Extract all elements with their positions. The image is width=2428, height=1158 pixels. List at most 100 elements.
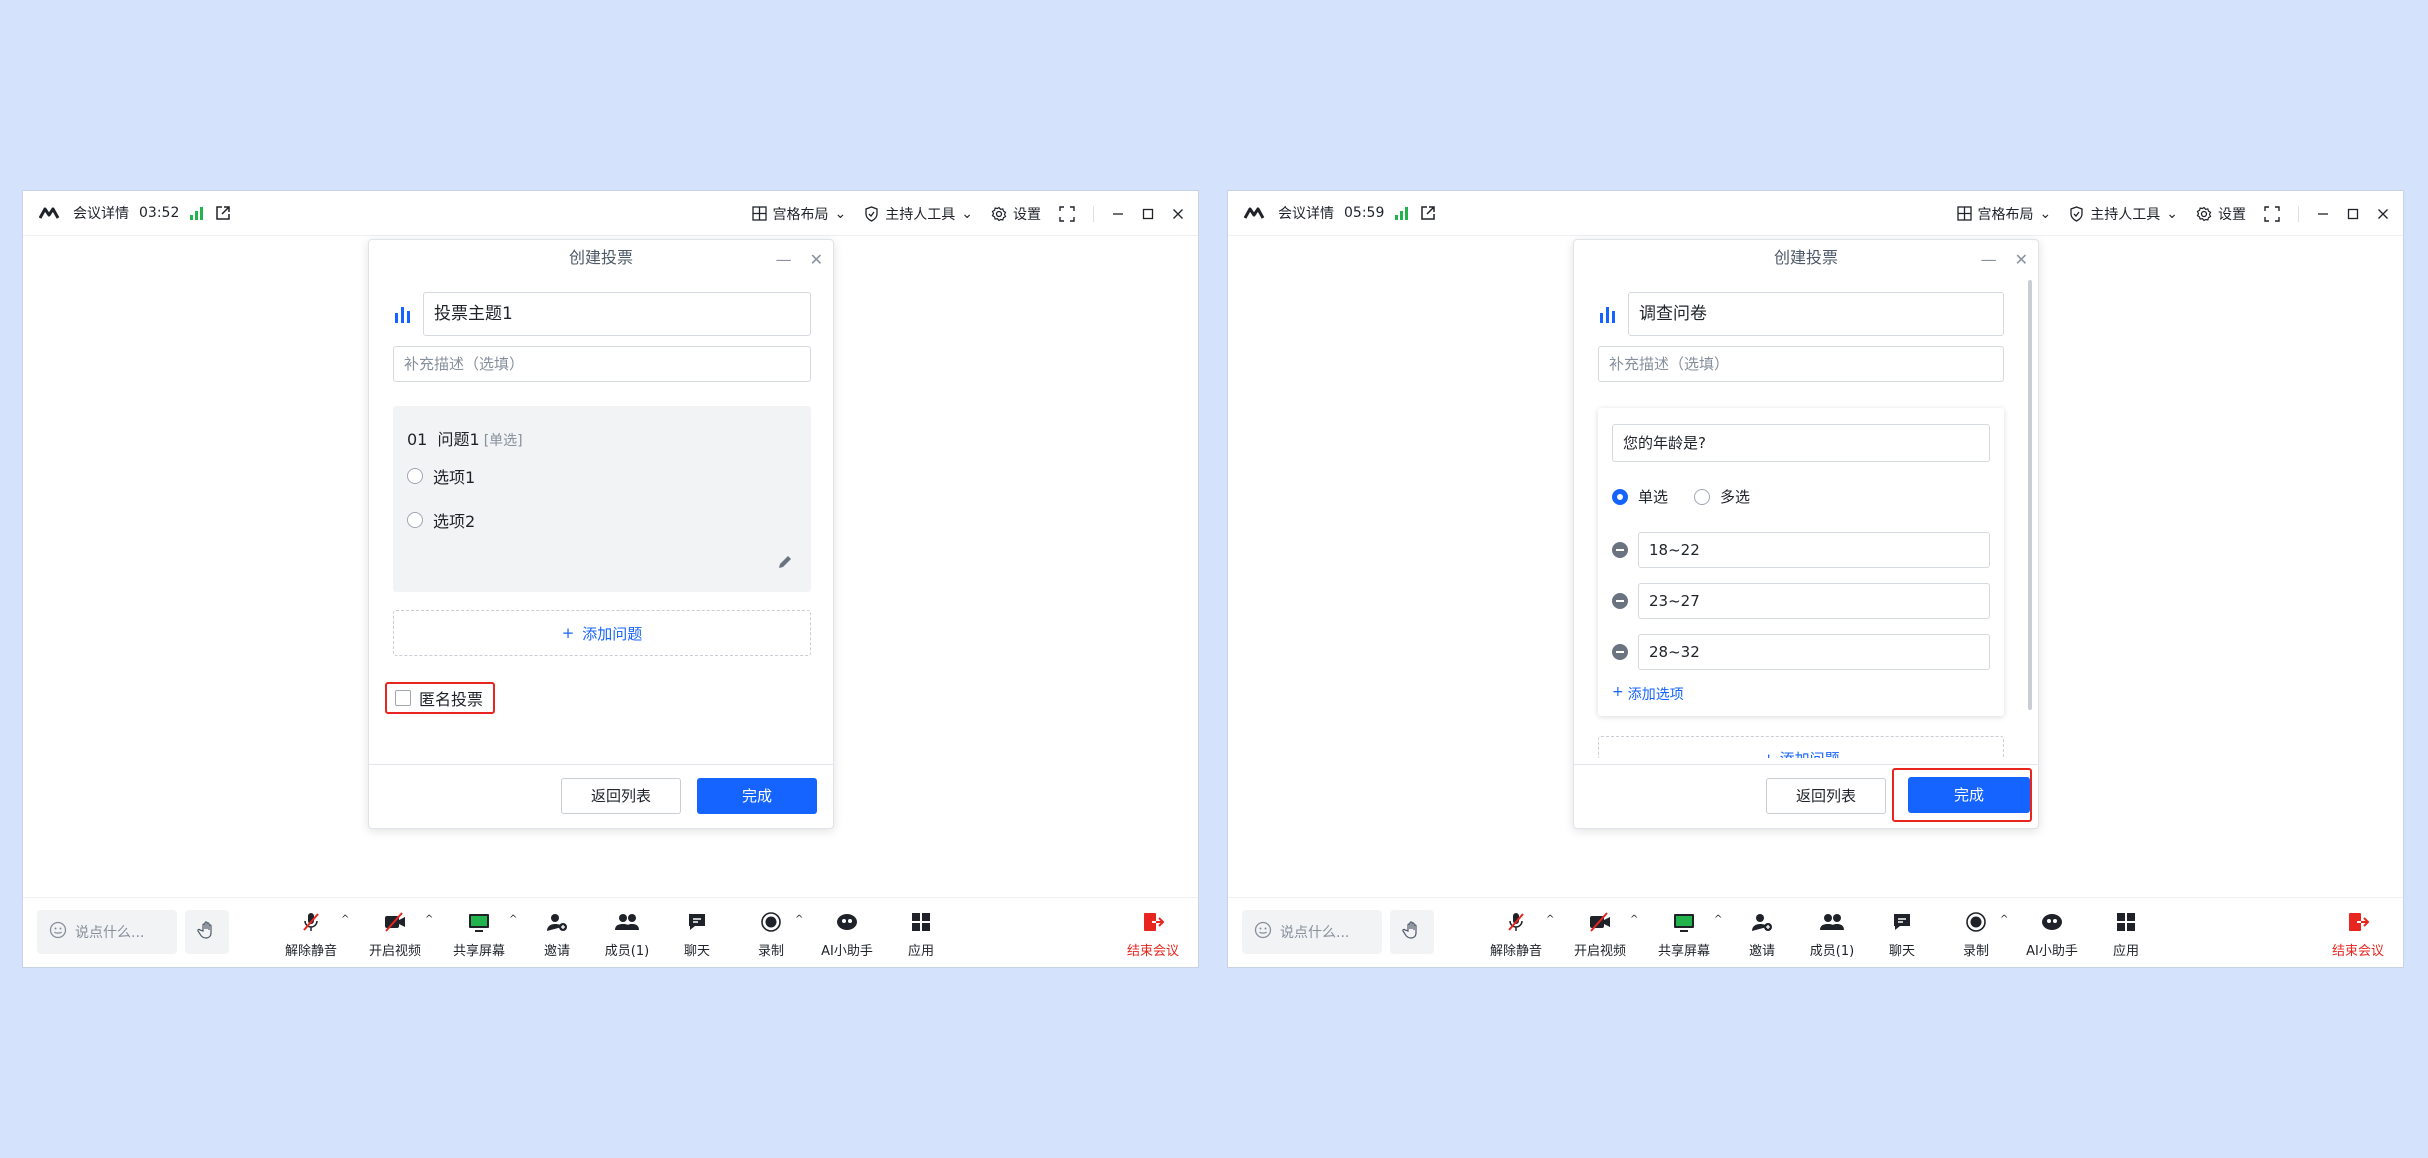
share-screen-button[interactable]: 共享屏幕: [1644, 912, 1724, 959]
radio-button: [407, 512, 423, 528]
poll-topic-input[interactable]: 投票主题1: [423, 292, 811, 336]
chat-button[interactable]: 聊天: [1862, 912, 1942, 959]
minimize-icon[interactable]: —: [1981, 250, 1997, 269]
remove-option-icon[interactable]: [1612, 542, 1628, 558]
multiple-choice-option[interactable]: 多选: [1694, 486, 1750, 507]
members-button[interactable]: 成员(1): [587, 912, 667, 959]
remove-option-icon[interactable]: [1612, 593, 1628, 609]
mic-off-icon: [1505, 911, 1527, 937]
close-icon[interactable]: ✕: [810, 250, 823, 269]
signal-icon[interactable]: [189, 206, 205, 220]
maximize-icon[interactable]: [2347, 208, 2359, 220]
apps-button[interactable]: 应用: [881, 912, 961, 959]
layout-menu[interactable]: 宫格布局 ⌄: [751, 204, 846, 224]
meeting-info-link[interactable]: 会议详情: [1278, 203, 1334, 223]
ai-assistant-button[interactable]: AI小助手: [807, 912, 887, 959]
start-video-label: 开启视频: [1573, 944, 1626, 959]
apps-button[interactable]: 应用: [2086, 912, 2166, 959]
meeting-window-right: 会议详情 05:59 宫格布局 ⌄ 主持人工具 ⌄ 设置 创建投票 — ✕ 调查…: [1227, 190, 2404, 968]
maximize-icon[interactable]: [1142, 208, 1154, 220]
option-label: 选项1: [433, 468, 476, 487]
external-link-icon[interactable]: [1420, 205, 1436, 221]
end-meeting-button[interactable]: 结束会议: [2318, 912, 2398, 959]
chevron-up-icon[interactable]: ^: [341, 914, 349, 925]
minimize-icon[interactable]: [1112, 208, 1124, 220]
chat-button[interactable]: 聊天: [657, 912, 737, 959]
ai-assistant-button[interactable]: AI小助手: [2012, 912, 2092, 959]
host-tools-menu[interactable]: 主持人工具 ⌄: [864, 204, 973, 224]
external-link-icon[interactable]: [215, 205, 231, 221]
chevron-up-icon[interactable]: ^: [2000, 914, 2008, 925]
radio-button: [407, 468, 423, 484]
unmute-button[interactable]: 解除静音: [271, 912, 351, 959]
divider: [1574, 764, 2038, 765]
anonymous-vote-checkbox[interactable]: 匿名投票: [385, 682, 495, 714]
back-to-list-button[interactable]: 返回列表: [1766, 778, 1886, 814]
add-question-button[interactable]: + 添加问题: [393, 610, 811, 656]
signal-icon[interactable]: [1394, 206, 1410, 220]
settings-label: 设置: [1013, 206, 1041, 223]
layout-menu[interactable]: 宫格布局 ⌄: [1956, 204, 2051, 224]
option-input[interactable]: 18~22: [1638, 532, 1990, 568]
meeting-info-link[interactable]: 会议详情: [73, 203, 129, 223]
raise-hand-button[interactable]: [185, 910, 229, 954]
chat-icon: [1891, 911, 1913, 937]
radio-button-selected[interactable]: [1612, 488, 1628, 505]
create-poll-dialog: 创建投票 — ✕ 投票主题1 补充描述（选填） 01 问题1 [单选] 选项1 选…: [368, 239, 834, 829]
end-meeting-label: 结束会议: [1126, 944, 1179, 959]
share-screen-button[interactable]: 共享屏幕: [439, 912, 519, 959]
question-number: 01: [407, 430, 428, 449]
description-input[interactable]: 补充描述（选填）: [1598, 346, 2004, 382]
chat-icon: [686, 911, 708, 937]
close-icon[interactable]: [2377, 208, 2389, 220]
end-meeting-label: 结束会议: [2331, 944, 2384, 959]
radio-button[interactable]: [1694, 488, 1711, 505]
minimize-icon[interactable]: [2317, 208, 2329, 220]
close-icon[interactable]: ✕: [2015, 250, 2028, 269]
fullscreen-icon[interactable]: [1059, 205, 1075, 222]
remove-option-icon[interactable]: [1612, 644, 1628, 660]
checkbox[interactable]: [395, 690, 411, 706]
end-meeting-button[interactable]: 结束会议: [1113, 912, 1193, 959]
app-logo-icon: [1244, 206, 1268, 220]
single-choice-option[interactable]: 单选: [1612, 486, 1668, 507]
members-button[interactable]: 成员(1): [1792, 912, 1872, 959]
fullscreen-icon[interactable]: [2264, 205, 2280, 222]
chat-quick-input[interactable]: 说点什么...: [37, 910, 177, 954]
invite-button[interactable]: 邀请: [1722, 912, 1802, 959]
done-button[interactable]: 完成: [1908, 777, 2030, 813]
chat-quick-input[interactable]: 说点什么...: [1242, 910, 1382, 954]
add-question-button[interactable]: + 添加问题: [1598, 736, 2004, 758]
question-title-input[interactable]: 您的年龄是?: [1612, 424, 1990, 462]
option-input[interactable]: 28~32: [1638, 634, 1990, 670]
description-input[interactable]: 补充描述（选填）: [393, 346, 811, 382]
unmute-label: 解除静音: [284, 944, 337, 959]
unmute-button[interactable]: 解除静音: [1476, 912, 1556, 959]
people-icon: [614, 911, 640, 937]
gear-icon: [991, 206, 1007, 222]
invite-button[interactable]: 邀请: [517, 912, 597, 959]
close-icon[interactable]: [1172, 208, 1184, 220]
chevron-up-icon[interactable]: ^: [795, 914, 803, 925]
chevron-up-icon[interactable]: ^: [1630, 914, 1638, 925]
start-video-button[interactable]: 开启视频: [355, 912, 435, 959]
chevron-up-icon[interactable]: ^: [425, 914, 433, 925]
hand-icon: [197, 920, 217, 944]
start-video-button[interactable]: 开启视频: [1560, 912, 1640, 959]
minimize-icon[interactable]: —: [776, 250, 792, 269]
scrollbar[interactable]: [2028, 280, 2032, 710]
done-button[interactable]: 完成: [697, 778, 817, 814]
raise-hand-button[interactable]: [1390, 910, 1434, 954]
question-type-selector: 单选 多选: [1612, 486, 1750, 507]
question-card[interactable]: 01 问题1 [单选] 选项1 选项2: [393, 406, 811, 592]
settings-button[interactable]: 设置: [991, 204, 1041, 224]
edit-pencil-icon[interactable]: [777, 554, 793, 574]
poll-topic-input[interactable]: 调查问卷: [1628, 292, 2004, 336]
chevron-up-icon[interactable]: ^: [1546, 914, 1554, 925]
back-to-list-button[interactable]: 返回列表: [561, 778, 681, 814]
host-tools-menu[interactable]: 主持人工具 ⌄: [2069, 204, 2178, 224]
divider: [1093, 205, 1094, 222]
add-option-button[interactable]: + 添加选项: [1612, 684, 1684, 704]
option-input[interactable]: 23~27: [1638, 583, 1990, 619]
settings-button[interactable]: 设置: [2196, 204, 2246, 224]
